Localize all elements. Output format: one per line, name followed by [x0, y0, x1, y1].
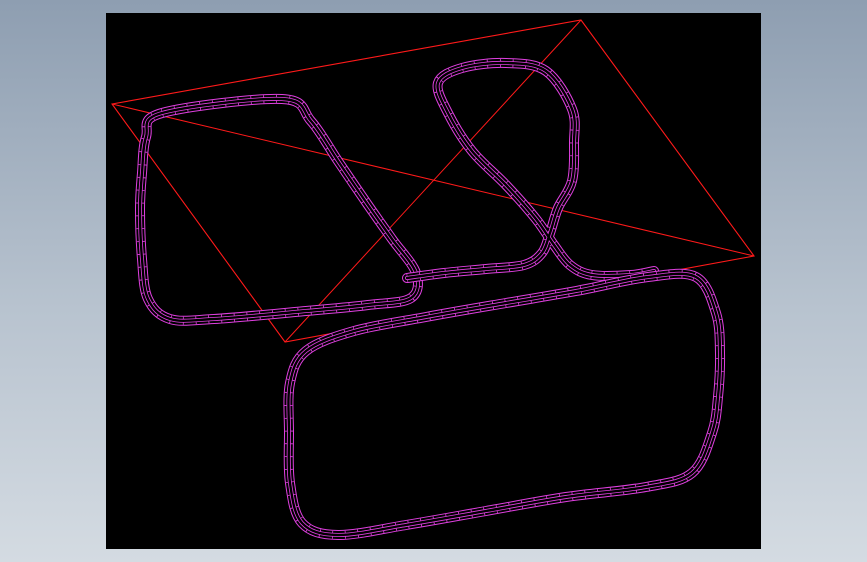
wire-lower-rounded-rectangle-inner-gap: [287, 272, 722, 537]
wireframe-drawing: [111, 19, 755, 541]
wire-lower-rounded-rectangle-rungs: [284, 269, 725, 540]
wire-lower-rounded-rectangle-inner: [286, 271, 723, 538]
cad-viewport[interactable]: [106, 13, 761, 549]
frame-diagonal: [111, 103, 755, 257]
wire-lower-rounded-rectangle-outer: [283, 268, 726, 541]
wire-upper-right-hook-outer: [402, 57, 659, 283]
wire-lower-rounded-rectangle-gap: [284, 269, 725, 540]
wire-upper-left-loop-gap: [136, 94, 422, 325]
